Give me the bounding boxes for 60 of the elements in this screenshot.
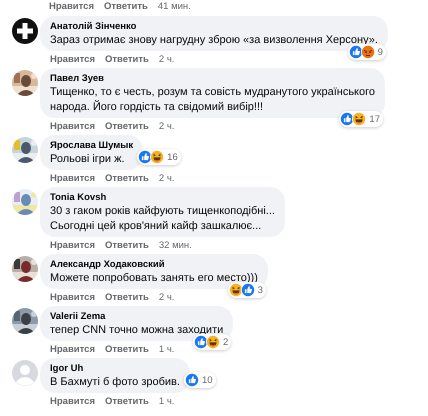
like-link[interactable]: Нравится (50, 173, 95, 184)
author-name[interactable]: Павел Зуев (50, 72, 375, 85)
reply-link[interactable]: Ответить (104, 396, 149, 407)
like-link[interactable]: Нравится (50, 292, 95, 303)
reply-link[interactable]: Ответить (104, 344, 149, 355)
like-link[interactable]: Нравится (50, 344, 95, 355)
reaction-count: 3 (258, 284, 263, 296)
comment-text: Рольові ігри ж. (50, 152, 126, 167)
comment-text: Тищенко, то є честь, розум та совість мудранутого українського (50, 85, 375, 100)
reaction-count: 2 (222, 336, 228, 348)
author-name[interactable]: Tonia Kovsh (50, 191, 275, 204)
reaction-badge[interactable]: 16 (137, 149, 181, 165)
like-link[interactable]: Нравится (50, 396, 95, 407)
author-name[interactable]: Igor Uh (50, 362, 180, 375)
angry-face-icon (360, 45, 375, 59)
comment-text: В Бахмуті б фото зробив. (50, 375, 180, 390)
thumbs-up-icon (348, 45, 363, 59)
reply-link[interactable]: Ответить (104, 1, 148, 12)
reaction-badge[interactable]: 10 (184, 372, 216, 388)
reply-link[interactable]: Ответить (104, 121, 149, 132)
reaction-count: 10 (202, 374, 213, 386)
comment-text: 30 з гаком років кайфують тищенкоподібні... (50, 204, 275, 219)
comment-time: 2 ч. (158, 121, 174, 132)
comment-time: 1 ч. (158, 344, 174, 355)
comment-time: 32 мин. (158, 240, 192, 251)
plus-icon (12, 18, 38, 44)
author-name[interactable]: Александр Ходаковский (50, 258, 258, 271)
reaction-badge[interactable]: 3 (228, 282, 266, 298)
comment-time: 2 ч. (158, 54, 174, 65)
comment-time: 1 ч. (158, 396, 174, 407)
reaction-badge[interactable]: 9 (348, 44, 386, 60)
comment-time: 41 мин. (158, 1, 191, 12)
comment-time: 2 ч. (158, 173, 174, 184)
reaction-badge[interactable]: 2 (192, 334, 232, 350)
comment-text: Сьогодні цей кров'яний кайф зашкалює... (50, 219, 262, 234)
reply-link[interactable]: Ответить (104, 240, 149, 251)
like-link[interactable]: Нравится (49, 1, 94, 12)
thumbs-up-icon (184, 373, 199, 387)
like-link[interactable]: Нравится (50, 121, 95, 132)
like-link[interactable]: Нравится (50, 54, 95, 65)
author-name[interactable]: Анатолій Зінченко (50, 20, 378, 33)
reply-link[interactable]: Ответить (104, 292, 149, 303)
comment-time: 2 ч. (158, 292, 174, 303)
author-name[interactable]: Ярослава Шумык (50, 139, 134, 152)
reaction-count: 17 (369, 114, 380, 124)
reaction-count: 16 (167, 152, 178, 162)
comment-text: народа. Його гордість та свідомий вибір!!! (50, 100, 264, 115)
reply-link[interactable]: Ответить (104, 173, 149, 184)
thumbs-up-icon (194, 335, 208, 349)
like-link[interactable]: Нравится (50, 240, 95, 251)
avatar-icon (12, 360, 38, 386)
author-name[interactable]: Valerii Zema (50, 310, 224, 323)
laughing-face-icon (150, 150, 164, 164)
reply-link[interactable]: Ответить (104, 54, 149, 65)
reaction-count: 9 (378, 46, 383, 58)
reaction-badge[interactable]: 17 (339, 111, 383, 127)
laughing-face-icon (206, 335, 220, 349)
laughing-face-icon (228, 283, 243, 297)
laughing-face-icon (352, 112, 366, 126)
thumbs-up-icon (240, 283, 255, 297)
